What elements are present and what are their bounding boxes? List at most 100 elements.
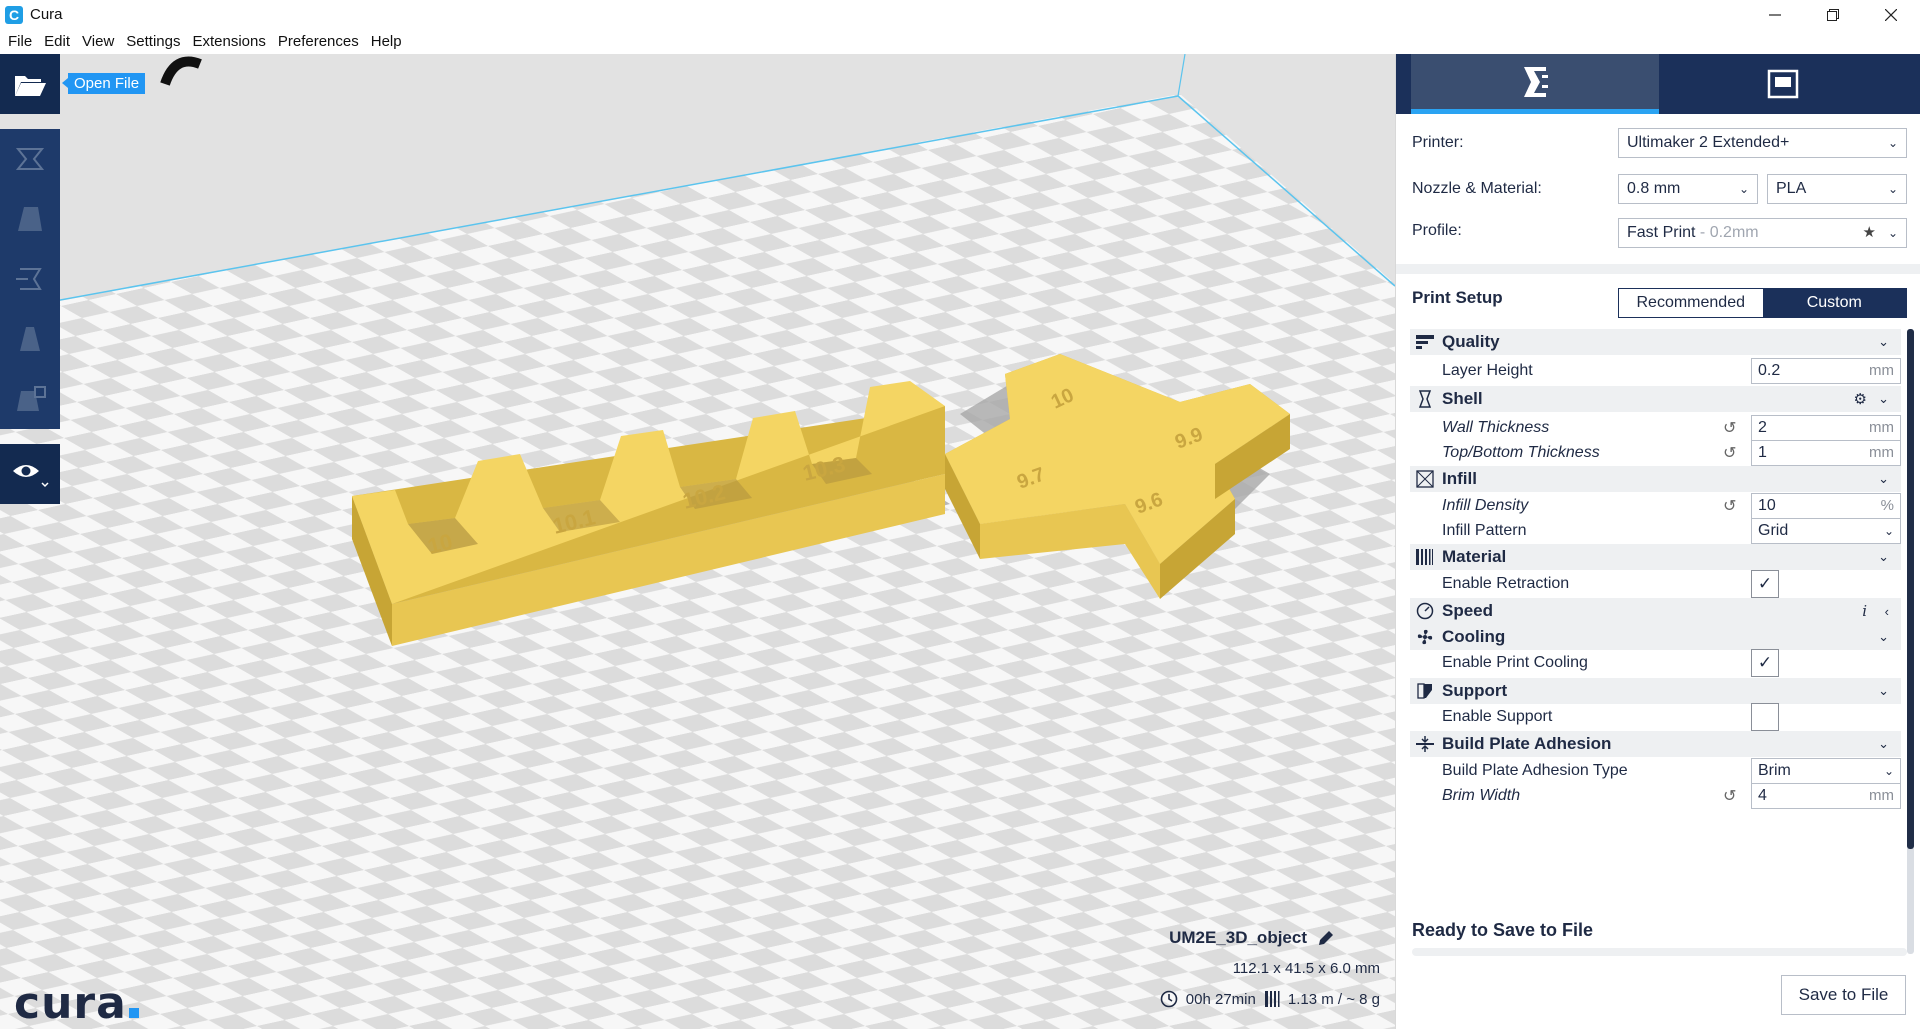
filament-icon bbox=[1264, 991, 1280, 1007]
quality-icon bbox=[1414, 332, 1436, 352]
reset-icon[interactable]: ↺ bbox=[1723, 496, 1736, 516]
chevron-down-icon: ⌄ bbox=[1887, 226, 1898, 240]
topbottom-thickness-input[interactable]: 1 mm bbox=[1751, 440, 1901, 466]
rotate-icon bbox=[16, 268, 42, 290]
minimize-button[interactable] bbox=[1746, 0, 1804, 29]
logo-dot bbox=[128, 1008, 139, 1018]
adhesion-type-label: Build Plate Adhesion Type bbox=[1442, 762, 1628, 779]
menu-file[interactable]: File bbox=[2, 29, 38, 54]
setting-topbottom-thickness: Top/Bottom Thickness ↺ 1 mm bbox=[1410, 439, 1901, 467]
info-icon[interactable]: i bbox=[1862, 602, 1867, 620]
brim-width-input[interactable]: 4 mm bbox=[1751, 783, 1901, 809]
nozzle-row: Nozzle & Material: bbox=[1412, 174, 1542, 204]
menu-edit[interactable]: Edit bbox=[38, 29, 76, 54]
menu-settings[interactable]: Settings bbox=[120, 29, 186, 54]
category-quality[interactable]: Quality ⌄ bbox=[1410, 329, 1901, 355]
per-model-settings-button[interactable] bbox=[0, 369, 60, 429]
view-mode-button[interactable] bbox=[0, 444, 60, 504]
setup-mode-toggle: Recommended Custom bbox=[1618, 288, 1907, 318]
printer-label: Printer: bbox=[1412, 134, 1464, 151]
printer-select[interactable]: Ultimaker 2 Extended+ ⌄ bbox=[1618, 128, 1907, 158]
object-dimensions: 112.1 x 41.5 x 6.0 mm bbox=[1232, 960, 1380, 977]
settings-list: Quality ⌄ Layer Height 0.2 mm Shell ⚙ ⌄ W… bbox=[1410, 329, 1901, 954]
close-button[interactable] bbox=[1862, 0, 1920, 29]
setting-wall-thickness: Wall Thickness ↺ 2 mm bbox=[1410, 414, 1901, 442]
settings-sidebar: Printer: Ultimaker 2 Extended+ ⌄ Nozzle … bbox=[1395, 54, 1920, 1029]
enable-retraction-checkbox[interactable]: ✓ bbox=[1751, 570, 1779, 598]
category-infill[interactable]: Infill ⌄ bbox=[1410, 466, 1901, 492]
adhesion-type-value: Brim bbox=[1758, 762, 1791, 779]
category-support[interactable]: Support ⌄ bbox=[1410, 678, 1901, 704]
menu-extensions[interactable]: Extensions bbox=[186, 29, 271, 54]
scrollbar-thumb[interactable] bbox=[1907, 329, 1914, 849]
infill-pattern-value: Grid bbox=[1758, 522, 1789, 539]
wall-thickness-input[interactable]: 2 mm bbox=[1751, 415, 1901, 441]
print-stats: 00h 27min 1.13 m / ~ 8 g bbox=[1160, 990, 1380, 1008]
eye-icon bbox=[13, 465, 49, 488]
infill-pattern-select[interactable]: Grid ⌄ bbox=[1751, 518, 1901, 544]
restore-button[interactable] bbox=[1804, 0, 1862, 29]
translate-icon bbox=[15, 148, 45, 170]
edit-pencil-icon[interactable] bbox=[1317, 929, 1335, 947]
brim-width-label: Brim Width bbox=[1442, 787, 1521, 804]
category-shell[interactable]: Shell ⚙ ⌄ bbox=[1410, 386, 1901, 412]
category-material[interactable]: Material ⌄ bbox=[1410, 544, 1901, 570]
restore-icon bbox=[1827, 8, 1839, 21]
category-adhesion[interactable]: Build Plate Adhesion ⌄ bbox=[1410, 731, 1901, 757]
settings-scrollbar[interactable] bbox=[1907, 329, 1914, 954]
wall-thickness-value: 2 bbox=[1758, 419, 1767, 436]
reset-icon[interactable]: ↺ bbox=[1723, 443, 1736, 463]
open-file-button[interactable] bbox=[0, 54, 60, 114]
menu-help[interactable]: Help bbox=[365, 29, 408, 54]
slice-settings-icon bbox=[1524, 66, 1548, 97]
tab-prepare[interactable] bbox=[1411, 54, 1659, 114]
material-value: PLA bbox=[1776, 180, 1807, 197]
enable-support-label: Enable Support bbox=[1442, 708, 1553, 725]
support-icon bbox=[1414, 681, 1436, 701]
gear-icon[interactable]: ⚙ bbox=[1854, 390, 1867, 408]
infill-density-value: 10 bbox=[1758, 497, 1776, 514]
fan-icon bbox=[1414, 627, 1436, 647]
translate-tool-button[interactable] bbox=[0, 129, 60, 189]
category-cooling[interactable]: Cooling ⌄ bbox=[1410, 624, 1901, 650]
mirror-tool-button[interactable] bbox=[0, 309, 60, 369]
chevron-down-icon: ⌄ bbox=[1878, 736, 1889, 751]
chevron-left-icon: ‹ bbox=[1884, 603, 1889, 619]
setting-enable-retraction: Enable Retraction ✓ bbox=[1410, 570, 1901, 598]
enable-cooling-checkbox[interactable]: ✓ bbox=[1751, 649, 1779, 677]
category-quality-label: Quality bbox=[1442, 332, 1500, 351]
wall-thickness-label: Wall Thickness bbox=[1442, 419, 1550, 436]
material-icon bbox=[1414, 547, 1436, 567]
reset-icon[interactable]: ↺ bbox=[1723, 418, 1736, 438]
menu-view[interactable]: View bbox=[76, 29, 120, 54]
tab-monitor[interactable] bbox=[1659, 54, 1907, 114]
adhesion-type-select[interactable]: Brim ⌄ bbox=[1751, 758, 1901, 784]
menu-preferences[interactable]: Preferences bbox=[272, 29, 365, 54]
shell-icon bbox=[1414, 389, 1436, 409]
printer-row: Printer: bbox=[1412, 128, 1464, 158]
object-name-row: UM2E_3D_object bbox=[1169, 928, 1335, 948]
infill-pattern-label: Infill Pattern bbox=[1442, 522, 1527, 539]
profile-value: Fast Print bbox=[1627, 224, 1696, 241]
save-to-file-button[interactable]: Save to File bbox=[1781, 975, 1906, 1015]
layer-height-input[interactable]: 0.2 mm bbox=[1751, 358, 1901, 384]
topbottom-thickness-label: Top/Bottom Thickness bbox=[1442, 444, 1600, 461]
nozzle-select[interactable]: 0.8 mm ⌄ bbox=[1618, 174, 1758, 204]
enable-support-checkbox[interactable] bbox=[1751, 703, 1779, 731]
material-select[interactable]: PLA ⌄ bbox=[1767, 174, 1907, 204]
setting-layer-height: Layer Height 0.2 mm bbox=[1410, 357, 1901, 385]
slice-progress-bar bbox=[1412, 948, 1907, 956]
3d-viewport[interactable]: 10 10.1 10.2 10.3 10 9.9 9.7 9.6 bbox=[0, 54, 1395, 1029]
menu-bar: File Edit View Settings Extensions Prefe… bbox=[0, 29, 1920, 54]
category-speed[interactable]: Speed i ‹ bbox=[1410, 598, 1901, 624]
custom-mode-button[interactable]: Custom bbox=[1762, 289, 1906, 317]
star-icon[interactable]: ★ bbox=[1863, 219, 1876, 247]
rotate-tool-button[interactable] bbox=[0, 249, 60, 309]
scale-tool-button[interactable] bbox=[0, 189, 60, 249]
recommended-mode-button[interactable]: Recommended bbox=[1619, 289, 1763, 317]
profile-select[interactable]: Fast Print - 0.2mm ★ ⌄ bbox=[1618, 218, 1907, 248]
infill-density-input[interactable]: 10% bbox=[1751, 493, 1901, 519]
reset-icon[interactable]: ↺ bbox=[1723, 786, 1736, 806]
chevron-down-icon: ⌄ bbox=[1878, 471, 1889, 486]
profile-suffix: - 0.2mm bbox=[1699, 224, 1759, 241]
